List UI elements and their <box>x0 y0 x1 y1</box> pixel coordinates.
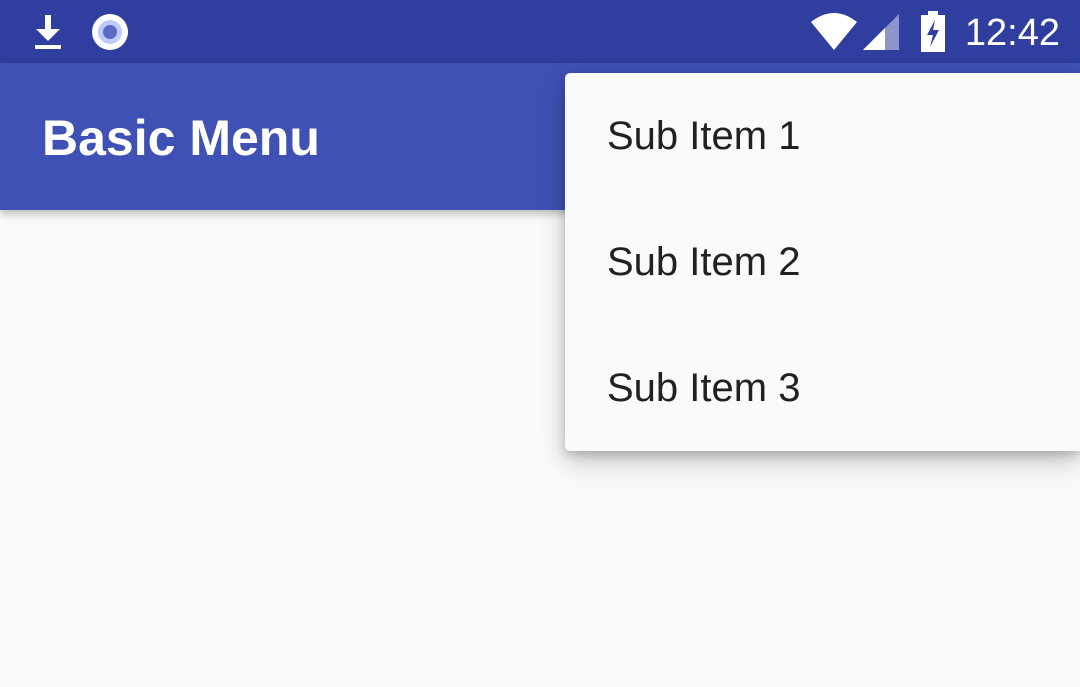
menu-item-label: Sub Item 3 <box>607 365 801 410</box>
signal-icon <box>860 0 902 63</box>
menu-item-sub-item-2[interactable]: Sub Item 2 <box>565 199 1080 325</box>
wifi-icon <box>808 0 860 63</box>
sync-icon <box>88 0 132 63</box>
screen: 12:42 Basic Menu Sub Item 1 Sub Item 2 S… <box>0 0 1080 687</box>
menu-item-label: Sub Item 1 <box>607 113 801 158</box>
app-title: Basic Menu <box>42 110 320 166</box>
download-icon <box>26 0 70 63</box>
status-clock: 12:42 <box>964 12 1060 54</box>
menu-item-sub-item-3[interactable]: Sub Item 3 <box>565 325 1080 451</box>
menu-item-label: Sub Item 2 <box>607 239 801 284</box>
overflow-popup-menu: Sub Item 1 Sub Item 2 Sub Item 3 <box>565 73 1080 451</box>
battery-charging-icon <box>916 0 950 63</box>
menu-item-sub-item-1[interactable]: Sub Item 1 <box>565 73 1080 199</box>
status-bar: 12:42 <box>0 0 1080 63</box>
